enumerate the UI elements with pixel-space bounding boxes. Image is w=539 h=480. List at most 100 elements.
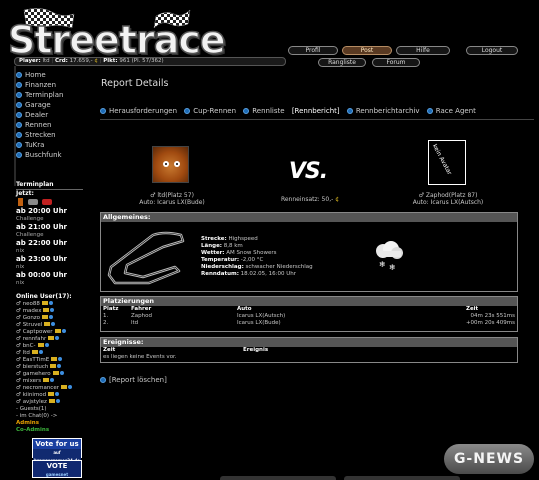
vote-banner-gamesnet[interactable]: VOTE gamesnet (32, 460, 82, 478)
info-icon[interactable] (61, 329, 66, 333)
mail-icon[interactable] (48, 399, 55, 403)
race-info-row: Wetter: AM Snow Showers (201, 250, 371, 257)
online-user-name: mixers (22, 378, 42, 384)
sidebar-item-buschfunk[interactable]: Buschfunk (16, 150, 86, 160)
mail-icon[interactable] (60, 385, 67, 389)
mail-icon[interactable] (44, 322, 51, 326)
mail-icon[interactable] (52, 371, 59, 375)
snow-showers-icon: ❄ ❄ (376, 241, 403, 271)
chat-link[interactable]: - im Chat(0) -> (16, 413, 84, 420)
online-user-item[interactable]: ♂ Gonzo (16, 315, 84, 322)
subnav-cup-rennen[interactable]: Cup-Rennen (184, 107, 236, 115)
col-zeit: Zeit (103, 347, 116, 353)
terminplan-now-label: Jetzt: (16, 190, 34, 197)
bullet-icon (16, 82, 22, 88)
subnav-rennberichtarchiv[interactable]: Rennberichtarchiv (346, 107, 420, 115)
info-icon[interactable] (49, 315, 54, 319)
info-icon[interactable] (55, 392, 60, 396)
online-user-item[interactable]: ♂ Captpower (16, 329, 84, 336)
online-user-item[interactable]: ♂ ltd (16, 350, 84, 357)
male-icon: ♂ (16, 378, 23, 384)
cell-fahrer[interactable]: Zaphod (129, 313, 235, 320)
streetrace-logo: Streetrace (6, 2, 268, 61)
online-user-item[interactable]: ♂ neo88 (16, 301, 84, 308)
cell-platz: 2. (103, 320, 109, 326)
ereignisse-panel: Ereignisse: Zeit Ereignis es liegen kein… (100, 337, 518, 363)
mail-icon[interactable] (54, 329, 61, 333)
sidebar-item-dealer[interactable]: Dealer (16, 110, 86, 120)
mail-icon[interactable] (41, 301, 48, 305)
cell-auto: Icarus LX(Autsch) (237, 313, 286, 319)
race-info-key: Strecke: (201, 236, 227, 242)
cell-auto: Icarus LX(Bude) (237, 320, 281, 326)
info-icon[interactable] (67, 385, 72, 389)
info-icon[interactable] (58, 357, 63, 361)
info-icon[interactable] (51, 322, 56, 326)
vote-banner-browsergames[interactable]: Vote for us auf browsergames24.de (32, 438, 82, 465)
sidebar-item-terminplan[interactable]: Terminplan (16, 90, 86, 100)
online-user-item[interactable]: ♂ avjstylez (16, 399, 84, 406)
info-icon[interactable] (44, 343, 49, 347)
vote-banner-title: Vote for us (33, 439, 81, 449)
cell-zeit: +00m 20s 409ms (465, 320, 515, 326)
info-icon[interactable] (48, 301, 53, 305)
online-user-item[interactable]: ♂ gamehero (16, 371, 84, 378)
info-icon[interactable] (50, 308, 55, 312)
ereignisse-table: Zeit Ereignis es liegen keine Events vor… (101, 347, 517, 361)
online-user-item[interactable]: ♂ EasTTimE (16, 357, 84, 364)
mail-icon[interactable] (31, 350, 38, 354)
mail-icon[interactable] (42, 315, 49, 319)
mail-icon[interactable] (50, 364, 57, 368)
mail-icon[interactable] (51, 357, 58, 361)
sidebar-item-home[interactable]: Home (16, 70, 86, 80)
sidebar-item-tukra[interactable]: TuKra (16, 140, 86, 150)
mail-icon[interactable] (43, 378, 50, 382)
subnav-rennliste[interactable]: Rennliste (243, 107, 285, 115)
info-icon[interactable] (55, 336, 60, 340)
footer-tab (220, 476, 336, 480)
nav-forum[interactable]: Forum (372, 58, 420, 67)
sidebar-item-rennen[interactable]: Rennen (16, 120, 86, 130)
online-user-item[interactable]: ♂ mixers (16, 378, 84, 385)
no-avatar-text: kein Avatar (430, 143, 453, 177)
right-driver-name[interactable]: Zaphod(Platz 87) (426, 192, 478, 199)
right-driver-auto: Auto: Icarus LX(Autsch) (412, 199, 484, 206)
nav-profil[interactable]: Profil (288, 46, 338, 55)
info-icon[interactable] (55, 399, 60, 403)
nav-hilfe[interactable]: Hilfe (396, 46, 450, 55)
left-driver-name[interactable]: ltd(Platz 57) (157, 192, 194, 199)
info-icon[interactable] (59, 371, 64, 375)
player-label: Player: (19, 58, 41, 64)
terminplan-slot-time: ab 20:00 Uhr (16, 207, 68, 215)
gnews-watermark: G-NEWS (444, 444, 534, 474)
subnav-race-agent[interactable]: Race Agent (426, 107, 476, 115)
info-icon[interactable] (57, 364, 62, 368)
nav-logout[interactable]: Logout (466, 46, 518, 55)
crd-value: 17.659,- (69, 58, 93, 64)
nav-rangliste[interactable]: Rangliste (318, 58, 366, 67)
sidebar-item-garage[interactable]: Garage (16, 100, 86, 110)
mail-icon[interactable] (48, 392, 55, 396)
online-user-item[interactable]: ♂ bnC- (16, 343, 84, 350)
table-header-row: Platz Fahrer Auto Zeit (101, 306, 517, 313)
mail-icon[interactable] (48, 336, 55, 340)
online-user-item[interactable]: ♂ madex (16, 308, 84, 315)
online-user-item[interactable]: ♂ Struvel (16, 322, 84, 329)
online-user-item[interactable]: ♂ necromancer (16, 385, 84, 392)
online-user-item[interactable]: ♂ rennfahr (16, 336, 84, 343)
bullet-icon (16, 92, 22, 98)
subnav-rennbericht[interactable]: [Rennbericht] (292, 107, 340, 115)
info-icon[interactable] (50, 378, 55, 382)
sidebar-item-strecken[interactable]: Strecken (16, 130, 86, 140)
nav-post[interactable]: Post (342, 46, 392, 55)
delete-report-link[interactable]: [Report löschen] (100, 376, 167, 384)
no-events-text: es liegen keine Events vor. (103, 354, 177, 360)
online-user-item[interactable]: ♂ bierstuch (16, 364, 84, 371)
subnav-herausforderungen[interactable]: Herausforderungen (100, 107, 177, 115)
cell-fahrer[interactable]: ltd (129, 320, 235, 327)
mail-icon[interactable] (37, 343, 44, 347)
online-user-item[interactable]: ♂ kiinimod (16, 392, 84, 399)
mail-icon[interactable] (43, 308, 50, 312)
sidebar-item-finanzen[interactable]: Finanzen (16, 80, 86, 90)
info-icon[interactable] (38, 350, 43, 354)
